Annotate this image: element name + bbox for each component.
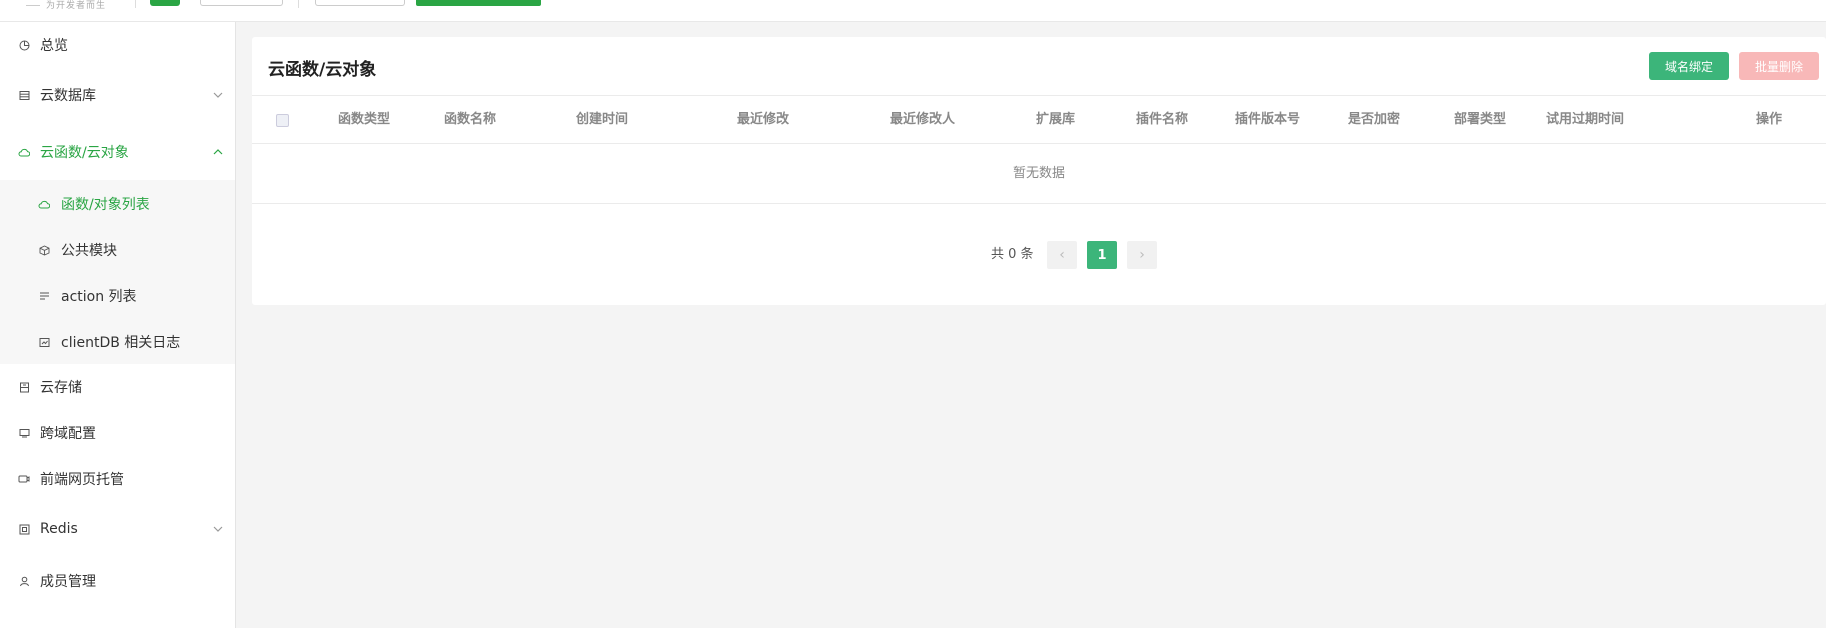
column-header[interactable]: 试用过期时间 — [1546, 96, 1624, 144]
batch-delete-button[interactable]: 批量删除 — [1739, 52, 1819, 80]
sidebar-subitem-label: 公共模块 — [61, 243, 117, 259]
user-icon — [18, 575, 30, 587]
next-page-button[interactable]: › — [1127, 241, 1157, 269]
sidebar-item-members[interactable]: 成员管理 — [0, 561, 235, 601]
chevron-left-icon: ‹ — [1059, 247, 1065, 263]
table-header: 函数类型 函数名称 创建时间 最近修改 最近修改人 扩展库 插件名称 插件版本号… — [252, 96, 1826, 144]
column-header[interactable]: 函数名称 — [444, 96, 496, 144]
cloud-icon — [18, 146, 30, 158]
env-select[interactable] — [315, 0, 405, 6]
cloud-functions-submenu: 函数/对象列表 公共模块 action 列表 clientDB 相关日志 — [0, 180, 235, 364]
top-bar: 为开发者而生 — [0, 0, 1826, 22]
sidebar-subitem-label: 函数/对象列表 — [61, 197, 150, 213]
column-header[interactable]: 是否加密 — [1348, 96, 1400, 144]
page-number-button[interactable]: 1 — [1087, 241, 1117, 269]
column-header[interactable]: 最近修改人 — [890, 96, 955, 144]
column-header[interactable]: 最近修改 — [737, 96, 789, 144]
cube-icon — [38, 244, 50, 256]
column-header[interactable]: 插件版本号 — [1235, 96, 1300, 144]
chevron-up-icon — [213, 147, 223, 157]
sidebar-subitem-action-list[interactable]: action 列表 — [0, 276, 235, 316]
sidebar-subitem-label: clientDB 相关日志 — [61, 335, 181, 351]
logo-subtitle: 为开发者而生 — [46, 1, 107, 11]
chevron-down-icon — [213, 90, 223, 100]
divider — [298, 0, 299, 8]
column-header[interactable]: 函数类型 — [338, 96, 390, 144]
sidebar-subitem-clientdb-logs[interactable]: clientDB 相关日志 — [0, 322, 235, 362]
sidebar-item-overview[interactable]: 总览 — [0, 25, 235, 65]
sidebar-subitem-common-modules[interactable]: 公共模块 — [0, 230, 235, 270]
space-select[interactable] — [200, 0, 283, 6]
list-icon — [38, 290, 50, 302]
column-header[interactable]: 插件名称 — [1136, 96, 1188, 144]
sidebar-item-label: 跨域配置 — [40, 426, 96, 442]
pie-chart-icon — [18, 39, 30, 51]
divider — [135, 0, 136, 8]
monitor-icon — [18, 427, 30, 439]
log-icon — [38, 336, 50, 348]
column-header[interactable]: 创建时间 — [576, 96, 628, 144]
empty-state-text: 暂无数据 — [252, 144, 1826, 204]
column-header[interactable]: 部署类型 — [1454, 96, 1506, 144]
sidebar-item-redis[interactable]: Redis — [0, 509, 235, 549]
sidebar-item-web-hosting[interactable]: 前端网页托管 — [0, 459, 235, 499]
sidebar-subitem-function-list[interactable]: 函数/对象列表 — [0, 184, 235, 224]
primary-action-button[interactable] — [416, 0, 541, 6]
sidebar-item-label: 前端网页托管 — [40, 472, 124, 488]
hosting-icon — [18, 473, 30, 485]
prev-page-button[interactable]: ‹ — [1047, 241, 1077, 269]
sidebar-item-cloud-functions[interactable]: 云函数/云对象 — [0, 132, 235, 172]
storage-icon — [18, 381, 30, 393]
sidebar-item-label: 成员管理 — [40, 574, 96, 590]
bind-domain-button[interactable]: 域名绑定 — [1649, 52, 1729, 80]
pagination-total: 共 0 条 — [991, 247, 1034, 262]
column-header[interactable]: 扩展库 — [1036, 96, 1075, 144]
select-all-checkbox[interactable] — [276, 114, 289, 127]
sidebar-item-database[interactable]: 云数据库 — [0, 75, 235, 115]
column-header[interactable]: 操作 — [1756, 96, 1782, 144]
redis-icon — [18, 523, 30, 535]
sidebar-item-label: 云数据库 — [40, 88, 96, 104]
database-icon — [18, 89, 30, 101]
sidebar-item-label: 云函数/云对象 — [40, 145, 129, 161]
sidebar-item-cors[interactable]: 跨域配置 — [0, 413, 235, 453]
logo[interactable] — [26, 0, 40, 6]
page-title: 云函数/云对象 — [268, 60, 377, 80]
cloud-functions-panel: 云函数/云对象 域名绑定 批量删除 函数类型 函数名称 创建时间 最近修改 最近… — [252, 37, 1826, 305]
sidebar-item-label: Redis — [40, 521, 78, 537]
sidebar-item-label: 总览 — [40, 38, 68, 54]
sidebar-item-label: 云存储 — [40, 380, 82, 396]
sidebar-subitem-label: action 列表 — [61, 289, 137, 305]
space-badge-button[interactable] — [150, 0, 180, 6]
chevron-right-icon: › — [1139, 247, 1145, 263]
sidebar-item-cloud-storage[interactable]: 云存储 — [0, 367, 235, 407]
chevron-down-icon — [213, 524, 223, 534]
sidebar: 总览 云数据库 云函数/云对象 函数/对象列表 公共模块 action 列表 c… — [0, 22, 236, 628]
cloud-icon — [38, 198, 50, 210]
